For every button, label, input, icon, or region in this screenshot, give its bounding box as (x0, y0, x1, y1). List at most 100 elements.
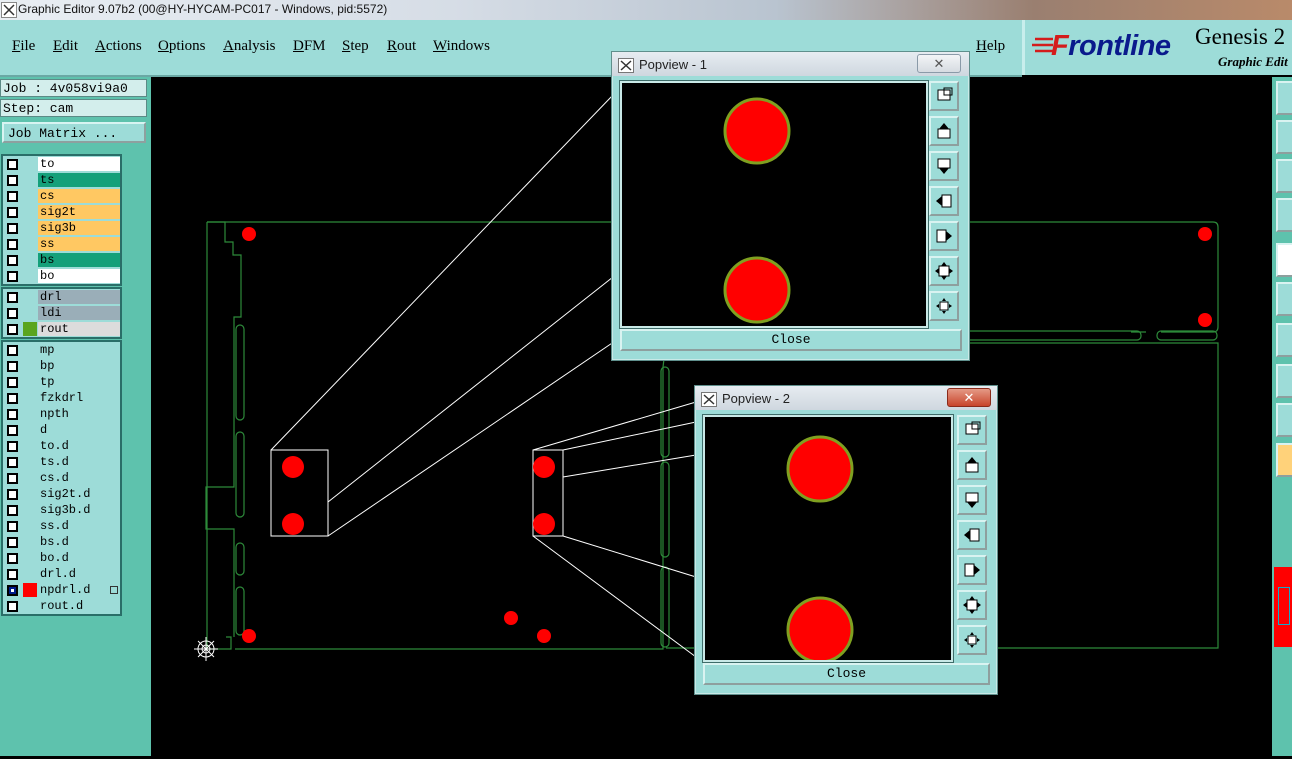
popview-2-view[interactable] (703, 415, 953, 664)
menu-file[interactable]: File (12, 38, 35, 55)
layer-color-swatch[interactable] (23, 551, 37, 565)
layer-name[interactable]: bs (38, 253, 120, 267)
layer-row-sig3b-d[interactable]: sig3b.d (3, 502, 120, 518)
pan-right-icon[interactable] (929, 221, 959, 251)
layer-row-mp[interactable]: mp (3, 342, 120, 358)
zoom-fit-icon[interactable] (957, 590, 987, 620)
layer-color-swatch[interactable] (23, 375, 37, 389)
layer-checkbox[interactable] (7, 292, 18, 303)
layer-checkbox[interactable] (7, 569, 18, 580)
layer-row-npth[interactable]: npth (3, 406, 120, 422)
layer-checkbox[interactable] (7, 425, 18, 436)
layer-row-to[interactable]: to (3, 156, 120, 172)
layer-name[interactable]: to.d (38, 439, 120, 453)
layer-checkbox[interactable] (7, 223, 18, 234)
popview-1-view[interactable] (620, 81, 928, 328)
layer-checkbox[interactable] (7, 361, 18, 372)
pan-left-icon[interactable] (957, 520, 987, 550)
layer-name[interactable]: npdrl.d (38, 583, 112, 597)
pan-right-icon[interactable] (957, 555, 987, 585)
layer-color-swatch[interactable] (23, 205, 37, 219)
tool-button-9[interactable] (1276, 403, 1292, 437)
layer-checkbox[interactable] (7, 271, 18, 282)
layer-checkbox[interactable] (7, 473, 18, 484)
layer-checkbox[interactable] (7, 537, 18, 548)
menu-options[interactable]: Options (158, 38, 206, 55)
popview-1-title-bar[interactable]: Popview - 1 ✕ (612, 52, 969, 76)
layer-row-cs[interactable]: cs (3, 188, 120, 204)
layer-checkbox[interactable] (7, 191, 18, 202)
popview-2-close-button[interactable]: Close (703, 663, 990, 685)
layer-color-swatch[interactable] (23, 567, 37, 581)
layer-color-swatch[interactable] (23, 439, 37, 453)
layer-name[interactable]: cs.d (38, 471, 120, 485)
layer-row-rout-d[interactable]: rout.d (3, 598, 120, 614)
tool-button-1[interactable] (1276, 81, 1292, 115)
layer-name[interactable]: ss (38, 237, 120, 251)
layer-name[interactable]: sig2t.d (38, 487, 120, 501)
layer-color-swatch[interactable] (23, 583, 37, 597)
pan-down-icon[interactable] (957, 485, 987, 515)
layer-color-swatch[interactable] (23, 189, 37, 203)
layer-color-swatch[interactable] (23, 407, 37, 421)
layer-row-fzkdrl[interactable]: fzkdrl (3, 390, 120, 406)
layer-color-swatch[interactable] (23, 253, 37, 267)
zoom-center-icon[interactable] (929, 291, 959, 321)
layer-color-swatch[interactable] (23, 306, 37, 320)
layer-checkbox[interactable] (7, 159, 18, 170)
tool-button-10[interactable] (1276, 443, 1292, 477)
layer-checkbox[interactable] (7, 175, 18, 186)
layer-name[interactable]: bs.d (38, 535, 120, 549)
layer-name[interactable]: d (38, 423, 120, 437)
layer-checkbox[interactable] (7, 457, 18, 468)
layer-checkbox[interactable] (7, 207, 18, 218)
layer-checkbox[interactable] (7, 239, 18, 250)
popview-window-1[interactable]: Popview - 1 ✕ Close (611, 51, 970, 361)
layer-name[interactable]: cs (38, 189, 120, 203)
layer-checkbox[interactable] (7, 441, 18, 452)
layer-color-swatch[interactable] (23, 423, 37, 437)
layer-color-swatch[interactable] (23, 359, 37, 373)
layer-color-swatch[interactable] (23, 343, 37, 357)
layer-name[interactable]: tp (38, 375, 120, 389)
layer-checkbox[interactable] (7, 308, 18, 319)
layer-row-npdrl-d[interactable]: npdrl.d (3, 582, 120, 598)
layer-color-swatch[interactable] (23, 237, 37, 251)
layer-name[interactable]: to (38, 157, 120, 171)
layer-checkbox[interactable] (7, 409, 18, 420)
layer-row-bo[interactable]: bo (3, 268, 120, 284)
layer-row-drl[interactable]: drl (3, 289, 120, 305)
zoom-fit-icon[interactable] (929, 256, 959, 286)
layer-name[interactable]: ts (38, 173, 120, 187)
layer-name[interactable]: drl.d (38, 567, 120, 581)
layer-name[interactable]: mp (38, 343, 120, 357)
layer-name[interactable]: npth (38, 407, 120, 421)
menu-help[interactable]: Help (976, 38, 1005, 55)
layer-checkbox[interactable] (7, 393, 18, 404)
menu-step[interactable]: Step (342, 38, 369, 55)
menu-dfm[interactable]: DFM (293, 38, 326, 55)
popview-1-close-button[interactable]: Close (620, 329, 962, 351)
layer-checkbox[interactable] (7, 521, 18, 532)
tool-button-7[interactable] (1276, 323, 1292, 357)
pan-down-icon[interactable] (929, 151, 959, 181)
layer-color-swatch[interactable] (23, 173, 37, 187)
tool-button-6[interactable] (1276, 282, 1292, 316)
layer-name[interactable]: sig3b (38, 221, 120, 235)
layer-color-swatch[interactable] (23, 157, 37, 171)
layer-name[interactable]: fzkdrl (38, 391, 120, 405)
layer-row-sig2t-d[interactable]: sig2t.d (3, 486, 120, 502)
zoom-center-icon[interactable] (957, 625, 987, 655)
menu-windows[interactable]: Windows (433, 38, 490, 55)
menu-analysis[interactable]: Analysis (223, 38, 276, 55)
layer-row-bs[interactable]: bs (3, 252, 120, 268)
layer-row-ss-d[interactable]: ss.d (3, 518, 120, 534)
layer-checkbox[interactable] (7, 601, 18, 612)
layer-color-swatch[interactable] (23, 535, 37, 549)
layer-row-bp[interactable]: bp (3, 358, 120, 374)
layer-checkbox[interactable] (7, 345, 18, 356)
job-matrix-button[interactable]: Job Matrix ... (2, 122, 146, 143)
menu-actions[interactable]: Actions (95, 38, 142, 55)
popview-2-title-bar[interactable]: Popview - 2 ✕ (695, 386, 997, 410)
layer-color-swatch[interactable] (23, 599, 37, 613)
